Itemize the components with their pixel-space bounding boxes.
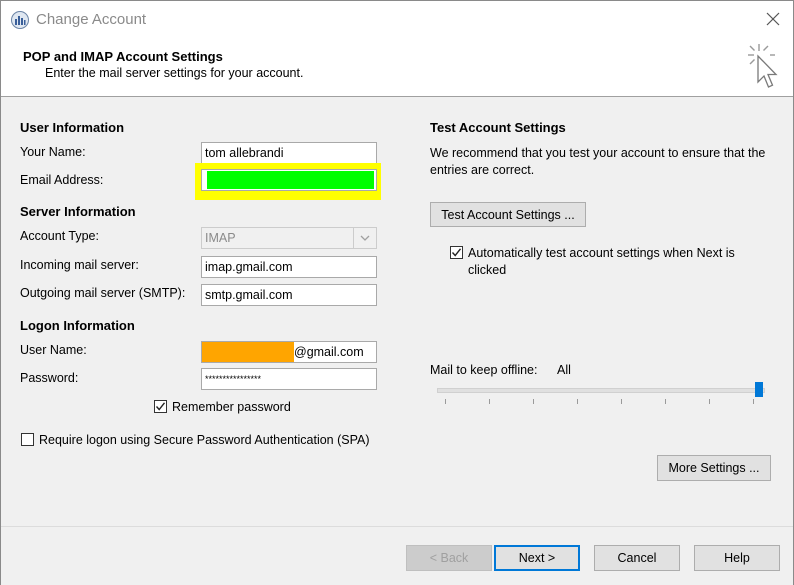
mail-offline-label: Mail to keep offline: [430,363,538,377]
mail-offline-value: All [557,363,571,377]
offline-slider-ticks [437,399,763,405]
help-button[interactable]: Help [694,545,780,571]
spa-checkbox[interactable] [21,433,34,446]
user-name-field[interactable]: @gmail.com [201,341,377,363]
email-field[interactable] [201,169,377,191]
cancel-button[interactable]: Cancel [594,545,680,571]
chevron-down-icon [353,228,376,248]
slider-tick [533,399,535,404]
remember-password-checkbox[interactable] [154,400,167,413]
user-info-heading: User Information [20,120,125,135]
page-subtitle: Enter the mail server settings for your … [45,66,304,80]
next-button[interactable]: Next > [494,545,580,571]
window-title: Change Account [36,11,147,28]
server-info-heading: Server Information [20,204,136,219]
slider-tick [665,399,667,404]
page-title: POP and IMAP Account Settings [23,49,223,64]
user-name-domain: @gmail.com [294,345,364,359]
auto-test-checkbox[interactable] [450,246,463,259]
test-settings-description: We recommend that you test your account … [430,146,766,177]
wizard-cursor-icon [745,42,783,94]
account-type-label: Account Type: [20,229,99,243]
test-account-settings-button[interactable]: Test Account Settings ... [430,202,586,227]
slider-tick [489,399,491,404]
auto-test-label: Automatically test account settings when… [468,246,735,277]
outgoing-server-label: Outgoing mail server (SMTP): [20,286,186,300]
outgoing-server-field[interactable]: smtp.gmail.com [201,284,377,306]
account-type-select: IMAP [201,227,377,249]
back-button[interactable]: < Back [406,545,492,571]
email-redaction [207,171,374,189]
spa-label: Require logon using Secure Password Auth… [39,433,370,447]
slider-tick [445,399,446,404]
logon-info-heading: Logon Information [20,318,135,333]
your-name-field[interactable]: tom allebrandi [201,142,377,164]
outlook-app-icon [10,10,30,30]
incoming-server-field[interactable]: imap.gmail.com [201,256,377,278]
email-address-label: Email Address: [20,173,104,187]
slider-tick [753,399,755,404]
test-settings-heading: Test Account Settings [430,120,566,135]
account-type-value: IMAP [205,231,236,245]
your-name-label: Your Name: [20,145,86,159]
user-name-label: User Name: [20,343,87,357]
more-settings-button[interactable]: More Settings ... [657,455,771,481]
slider-tick [621,399,623,404]
user-name-redaction [202,342,294,362]
offline-slider-track[interactable] [437,388,765,393]
offline-slider-thumb[interactable] [755,382,763,397]
page-header: POP and IMAP Account Settings Enter the … [1,37,793,97]
incoming-server-label: Incoming mail server: [20,258,139,272]
password-field[interactable]: **************** [201,368,377,390]
title-bar: Change Account [1,1,793,37]
slider-tick [577,399,579,404]
slider-tick [709,399,711,404]
password-label: Password: [20,371,79,385]
remember-password-label: Remember password [172,400,291,414]
close-icon[interactable] [763,9,783,29]
